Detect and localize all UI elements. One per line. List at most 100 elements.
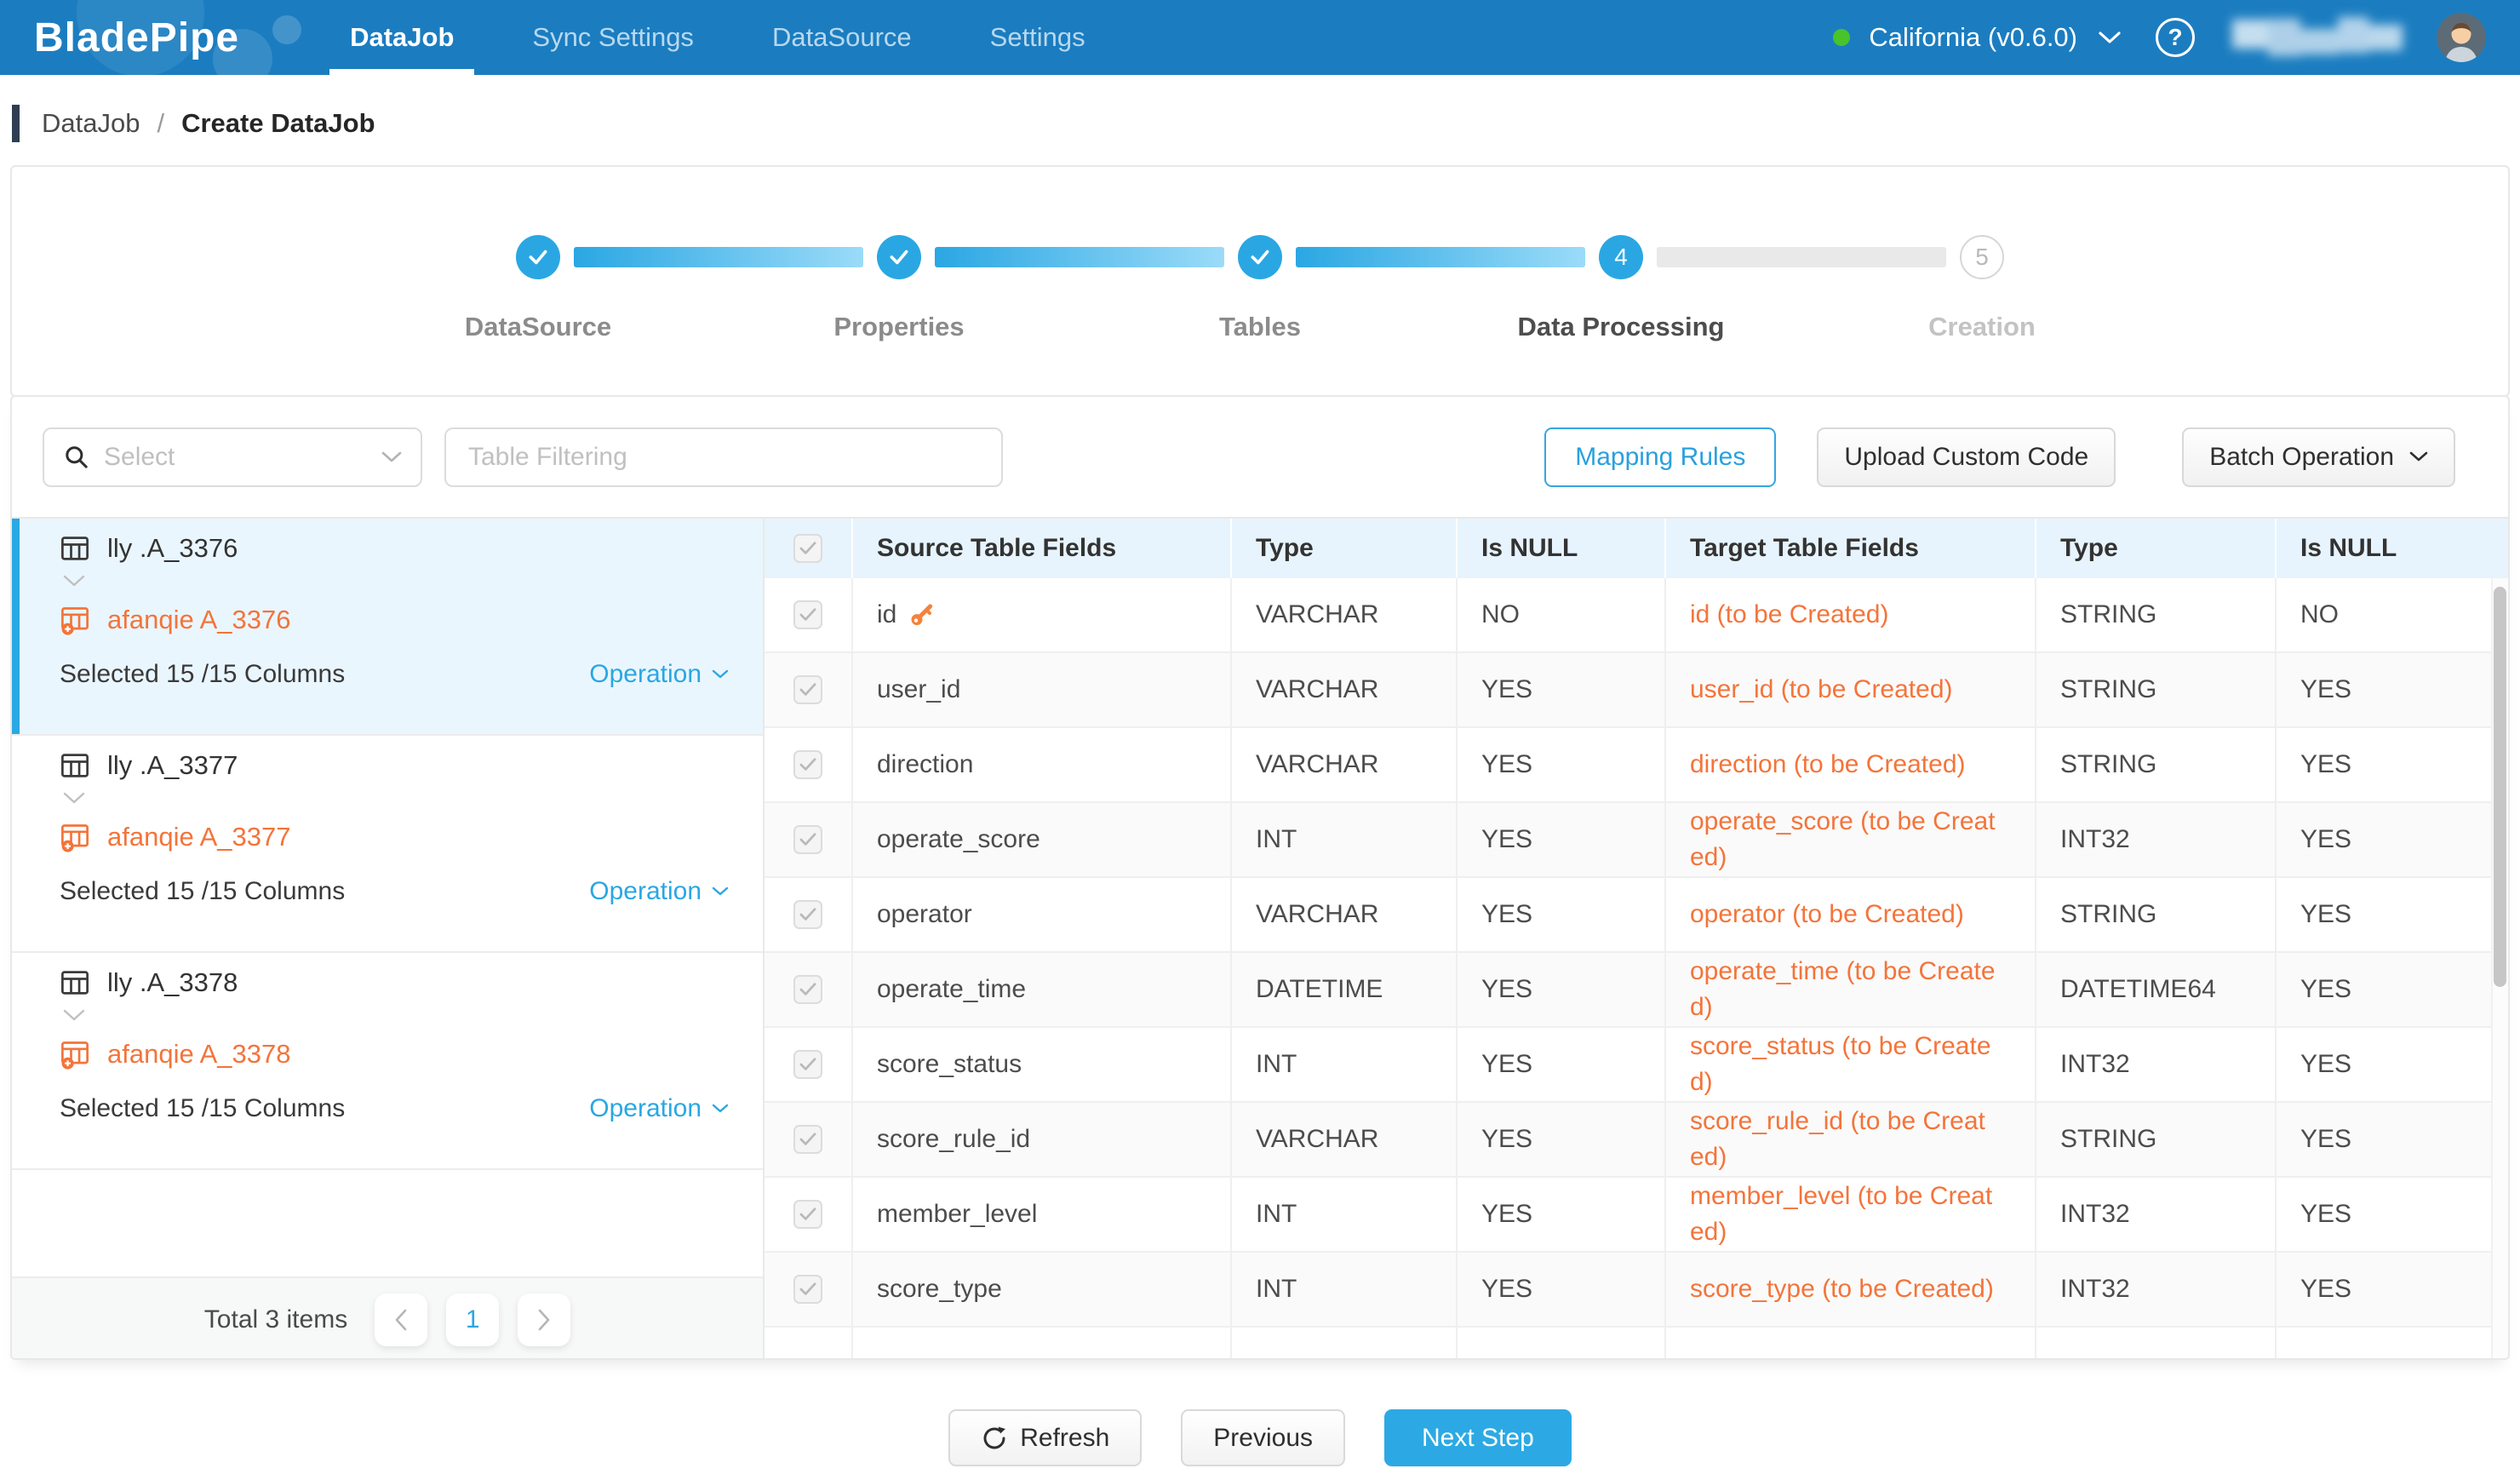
target-field-name[interactable]: direction (to be Created) bbox=[1666, 728, 2036, 801]
source-field-name: operator bbox=[877, 900, 972, 929]
source-type: INT bbox=[1232, 1178, 1458, 1251]
source-field-name: score_rule_id bbox=[877, 1125, 1030, 1154]
target-type: INT32 bbox=[2036, 1253, 2277, 1326]
row-checkbox[interactable] bbox=[793, 825, 822, 854]
scrollbar-thumb[interactable] bbox=[2494, 587, 2506, 987]
breadcrumb-separator: / bbox=[157, 108, 164, 139]
tab-datasource[interactable]: DataSource bbox=[772, 0, 912, 75]
chevron-down-icon[interactable] bbox=[2098, 30, 2122, 45]
target-field-name[interactable]: operator (to be Created) bbox=[1666, 878, 2036, 951]
target-table-name: afanqie A_3376 bbox=[107, 605, 291, 635]
active-tab-underline bbox=[329, 69, 474, 75]
row-checkbox[interactable] bbox=[793, 1200, 822, 1229]
refresh-button[interactable]: Refresh bbox=[948, 1409, 1142, 1466]
search-icon bbox=[63, 444, 90, 471]
breadcrumb-datajob[interactable]: DataJob bbox=[42, 108, 140, 139]
operation-dropdown[interactable]: Operation bbox=[589, 1094, 729, 1123]
table-pair-item[interactable]: lly .A_3378 afanqie A_3378 Selected 15 /… bbox=[12, 953, 763, 1170]
help-icon[interactable]: ? bbox=[2156, 18, 2195, 57]
refresh-icon bbox=[981, 1425, 1008, 1452]
upload-custom-code-button[interactable]: Upload Custom Code bbox=[1817, 427, 2116, 487]
region-selector[interactable]: California (v0.6.0) bbox=[1869, 22, 2077, 53]
tab-label: Sync Settings bbox=[532, 22, 694, 53]
operation-label: Operation bbox=[589, 660, 702, 689]
table-header-row: Source Table Fields Type Is NULL Target … bbox=[765, 519, 2508, 578]
row-checkbox[interactable] bbox=[793, 750, 822, 779]
header-target-fields: Target Table Fields bbox=[1666, 519, 2036, 578]
target-is-null: YES bbox=[2277, 1253, 2508, 1326]
selected-columns-text: Selected 15 /15 Columns bbox=[60, 660, 345, 689]
tab-sync-settings[interactable]: Sync Settings bbox=[532, 0, 694, 75]
source-field-name: operate_time bbox=[877, 975, 1026, 1004]
row-checkbox[interactable] bbox=[793, 975, 822, 1004]
select-all-checkbox[interactable] bbox=[793, 534, 822, 563]
operation-dropdown[interactable]: Operation bbox=[589, 877, 729, 906]
target-field-name[interactable]: member_level (to be Created) bbox=[1666, 1178, 2036, 1251]
mapping-rules-button[interactable]: Mapping Rules bbox=[1544, 427, 1776, 487]
target-field-name[interactable]: operate_time (to be Created) bbox=[1666, 953, 2036, 1026]
table-pair-item[interactable]: lly .A_3376 afanqie A_3376 Selected 15 /… bbox=[12, 519, 763, 736]
chevron-down-icon bbox=[2409, 451, 2428, 462]
table-pair-item[interactable]: lly .A_3377 afanqie A_3377 Selected 15 /… bbox=[12, 736, 763, 953]
source-field-name: member_level bbox=[877, 1200, 1037, 1229]
table-filtering-input[interactable] bbox=[444, 427, 1003, 487]
selected-columns-text: Selected 15 /15 Columns bbox=[60, 877, 345, 906]
target-type: STRING bbox=[2036, 653, 2277, 726]
step-tables: Tables bbox=[1080, 167, 1440, 395]
prev-page-button[interactable] bbox=[375, 1294, 427, 1346]
row-checkbox[interactable] bbox=[793, 1125, 822, 1154]
target-field-name[interactable]: operate_score (to be Created) bbox=[1666, 803, 2036, 876]
batch-operation-label: Batch Operation bbox=[2209, 443, 2394, 472]
target-field-name[interactable]: score_type (to be Created) bbox=[1666, 1253, 2036, 1326]
vertical-scrollbar[interactable] bbox=[2491, 578, 2508, 1360]
row-checkbox[interactable] bbox=[793, 600, 822, 629]
breadcrumb-accent-bar bbox=[12, 105, 20, 142]
row-checkbox[interactable] bbox=[793, 1050, 822, 1079]
source-table-name: lly .A_3378 bbox=[107, 967, 238, 998]
header-target-is-null: Is NULL bbox=[2277, 519, 2508, 578]
step-number: 5 bbox=[1960, 235, 2004, 279]
header-target-type: Type bbox=[2036, 519, 2277, 578]
next-page-button[interactable] bbox=[518, 1294, 570, 1346]
collapse-chevron-icon[interactable] bbox=[63, 1009, 729, 1031]
target-is-null: YES bbox=[2277, 1103, 2508, 1176]
table-row: operate_time DATETIME YES operate_time (… bbox=[765, 953, 2508, 1028]
target-is-null: YES bbox=[2277, 1028, 2508, 1101]
page-number-button[interactable]: 1 bbox=[446, 1294, 499, 1346]
step-label: Creation bbox=[1928, 312, 2036, 342]
collapse-chevron-icon[interactable] bbox=[63, 792, 729, 814]
batch-operation-button[interactable]: Batch Operation bbox=[2182, 427, 2455, 487]
target-field-name[interactable]: score_rule_id (to be Created) bbox=[1666, 1103, 2036, 1176]
tab-settings[interactable]: Settings bbox=[990, 0, 1085, 75]
source-is-null: YES bbox=[1458, 1253, 1666, 1326]
selected-columns-text: Selected 15 /15 Columns bbox=[60, 1094, 345, 1123]
status-dot bbox=[1833, 29, 1850, 46]
collapse-chevron-icon[interactable] bbox=[63, 575, 729, 597]
sidebar-pagination: Total 3 items 1 bbox=[12, 1276, 763, 1360]
row-checkbox[interactable] bbox=[793, 1275, 822, 1304]
target-field-name[interactable]: score_status (to be Created) bbox=[1666, 1028, 2036, 1101]
table-row: direction VARCHAR YES direction (to be C… bbox=[765, 728, 2508, 803]
source-is-null: YES bbox=[1458, 1178, 1666, 1251]
step-check-icon bbox=[1238, 235, 1282, 279]
previous-button[interactable]: Previous bbox=[1181, 1409, 1345, 1466]
footer-actions: Refresh Previous Next Step bbox=[0, 1409, 2520, 1466]
navbar-right: California (v0.6.0) ? bbox=[1833, 13, 2486, 62]
step-data-processing: 4 Data Processing bbox=[1440, 167, 1801, 395]
table-row: user_id VARCHAR YES user_id (to be Creat… bbox=[765, 653, 2508, 728]
source-type: VARCHAR bbox=[1232, 578, 1458, 651]
source-type: VARCHAR bbox=[1232, 1103, 1458, 1176]
target-field-name[interactable]: id (to be Created) bbox=[1666, 578, 2036, 651]
user-avatar[interactable] bbox=[2437, 13, 2486, 62]
next-step-button[interactable]: Next Step bbox=[1384, 1409, 1572, 1466]
step-creation: 5 Creation bbox=[1801, 167, 2162, 395]
progress-steps: DataSource Properties Tables 4 Data Proc… bbox=[358, 167, 2162, 395]
source-type: INT bbox=[1232, 1028, 1458, 1101]
target-field-name[interactable]: user_id (to be Created) bbox=[1666, 653, 2036, 726]
source-is-null: YES bbox=[1458, 1028, 1666, 1101]
row-checkbox[interactable] bbox=[793, 675, 822, 704]
row-checkbox[interactable] bbox=[793, 900, 822, 929]
tab-datajob[interactable]: DataJob bbox=[350, 0, 454, 75]
operation-dropdown[interactable]: Operation bbox=[589, 660, 729, 689]
select-dropdown[interactable]: Select bbox=[43, 427, 422, 487]
